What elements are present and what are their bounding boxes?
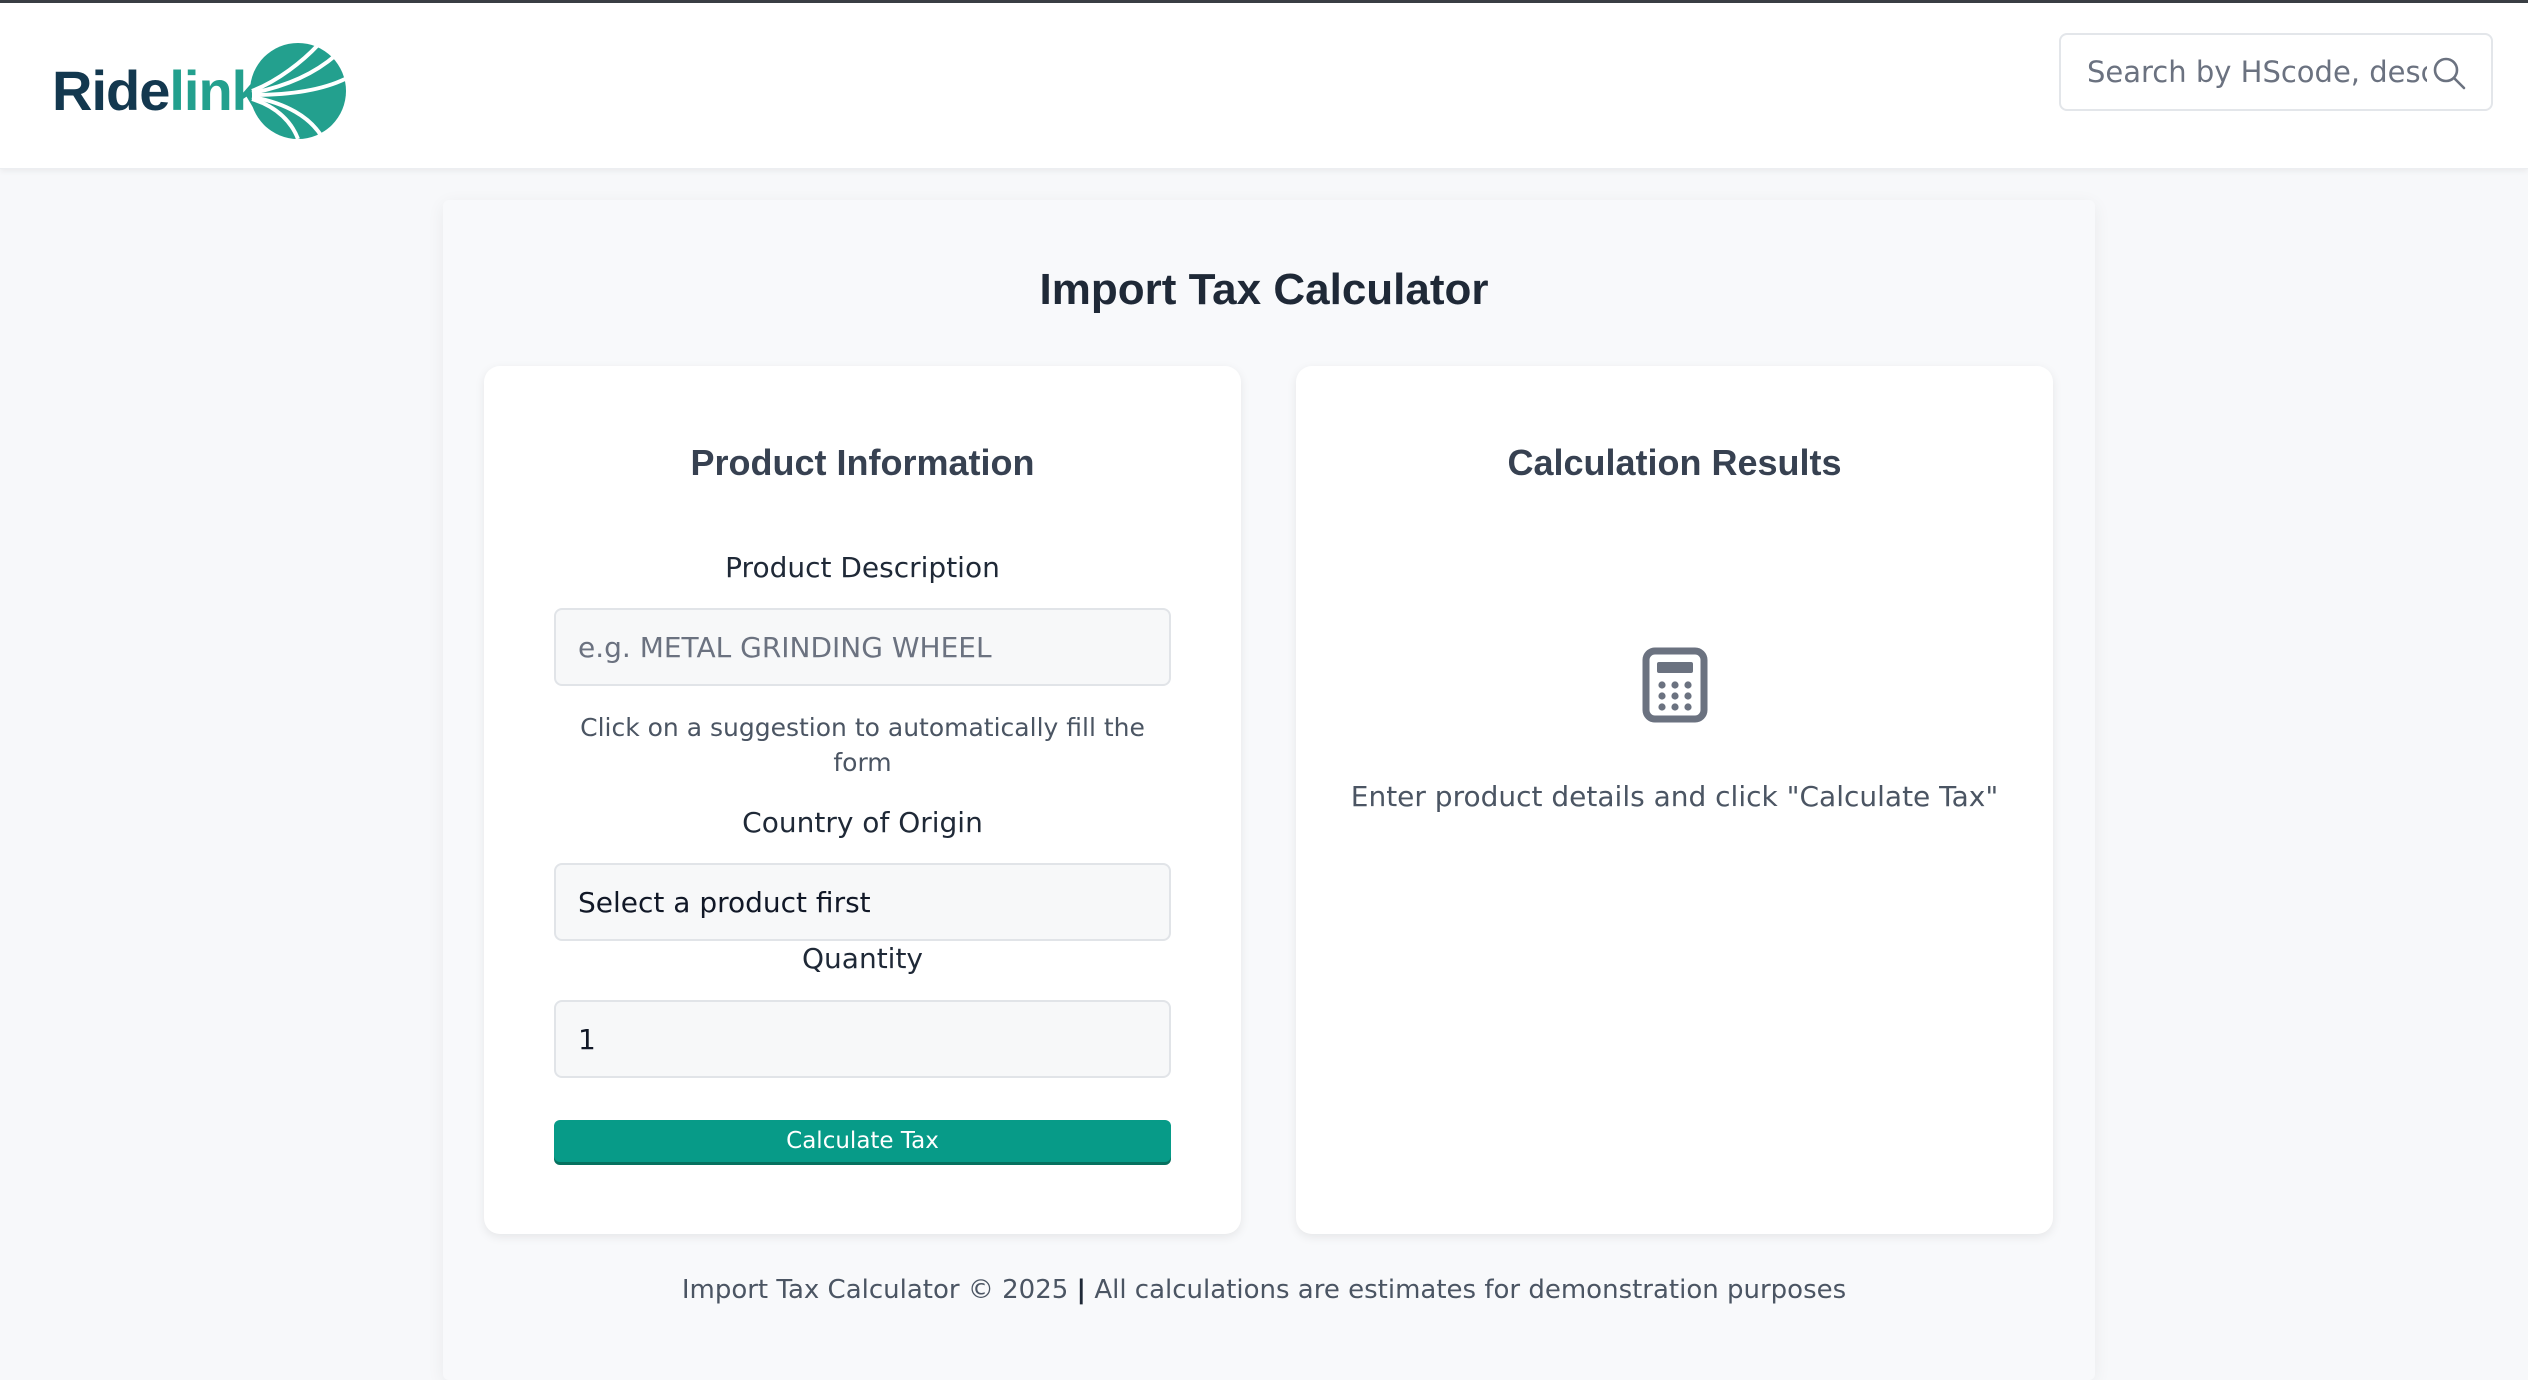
quantity-field[interactable] bbox=[554, 1000, 1171, 1078]
product-description-label: Product Description bbox=[725, 551, 1000, 584]
page-title: Import Tax Calculator bbox=[1039, 265, 1489, 314]
search-icon[interactable] bbox=[2431, 55, 2467, 91]
country-selected-value: Select a product first bbox=[578, 885, 871, 919]
ridelink-logo[interactable]: Ridelink bbox=[52, 41, 352, 141]
logo-mark-icon bbox=[250, 43, 346, 140]
product-information-panel: Product Information Product Description … bbox=[484, 366, 1241, 1234]
product-panel-title: Product Information bbox=[690, 442, 1035, 483]
footer-disclaimer: All calculations are estimates for demon… bbox=[1094, 1275, 1847, 1305]
product-description-input[interactable] bbox=[578, 630, 1169, 664]
calculator-icon bbox=[1642, 647, 1708, 723]
search-box[interactable] bbox=[2059, 33, 2493, 111]
logo-wordmark: Ridelink bbox=[52, 59, 263, 122]
calculate-tax-button[interactable]: Calculate Tax bbox=[554, 1120, 1171, 1162]
results-empty-message: Enter product details and click "Calcula… bbox=[1350, 780, 1999, 813]
footer-copyright: Import Tax Calculator © 2025 bbox=[681, 1275, 1069, 1305]
footer-separator: | bbox=[1076, 1275, 1087, 1305]
country-of-origin-select[interactable]: Select a product first bbox=[554, 863, 1171, 941]
description-hint: Click on a suggestion to automatically f… bbox=[580, 713, 1145, 777]
quantity-label: Quantity bbox=[802, 942, 923, 975]
results-panel-title: Calculation Results bbox=[1507, 442, 1842, 483]
product-description-field[interactable] bbox=[554, 608, 1171, 686]
calculation-results-panel: Calculation Results Enter product detail… bbox=[1296, 366, 2053, 1234]
page-footer: Import Tax Calculator © 2025 | All calcu… bbox=[0, 1275, 2528, 1305]
country-of-origin-label: Country of Origin bbox=[742, 806, 983, 839]
search-input[interactable] bbox=[2087, 55, 2427, 89]
quantity-input[interactable] bbox=[578, 1022, 1169, 1056]
site-header: Ridelink bbox=[0, 3, 2528, 169]
